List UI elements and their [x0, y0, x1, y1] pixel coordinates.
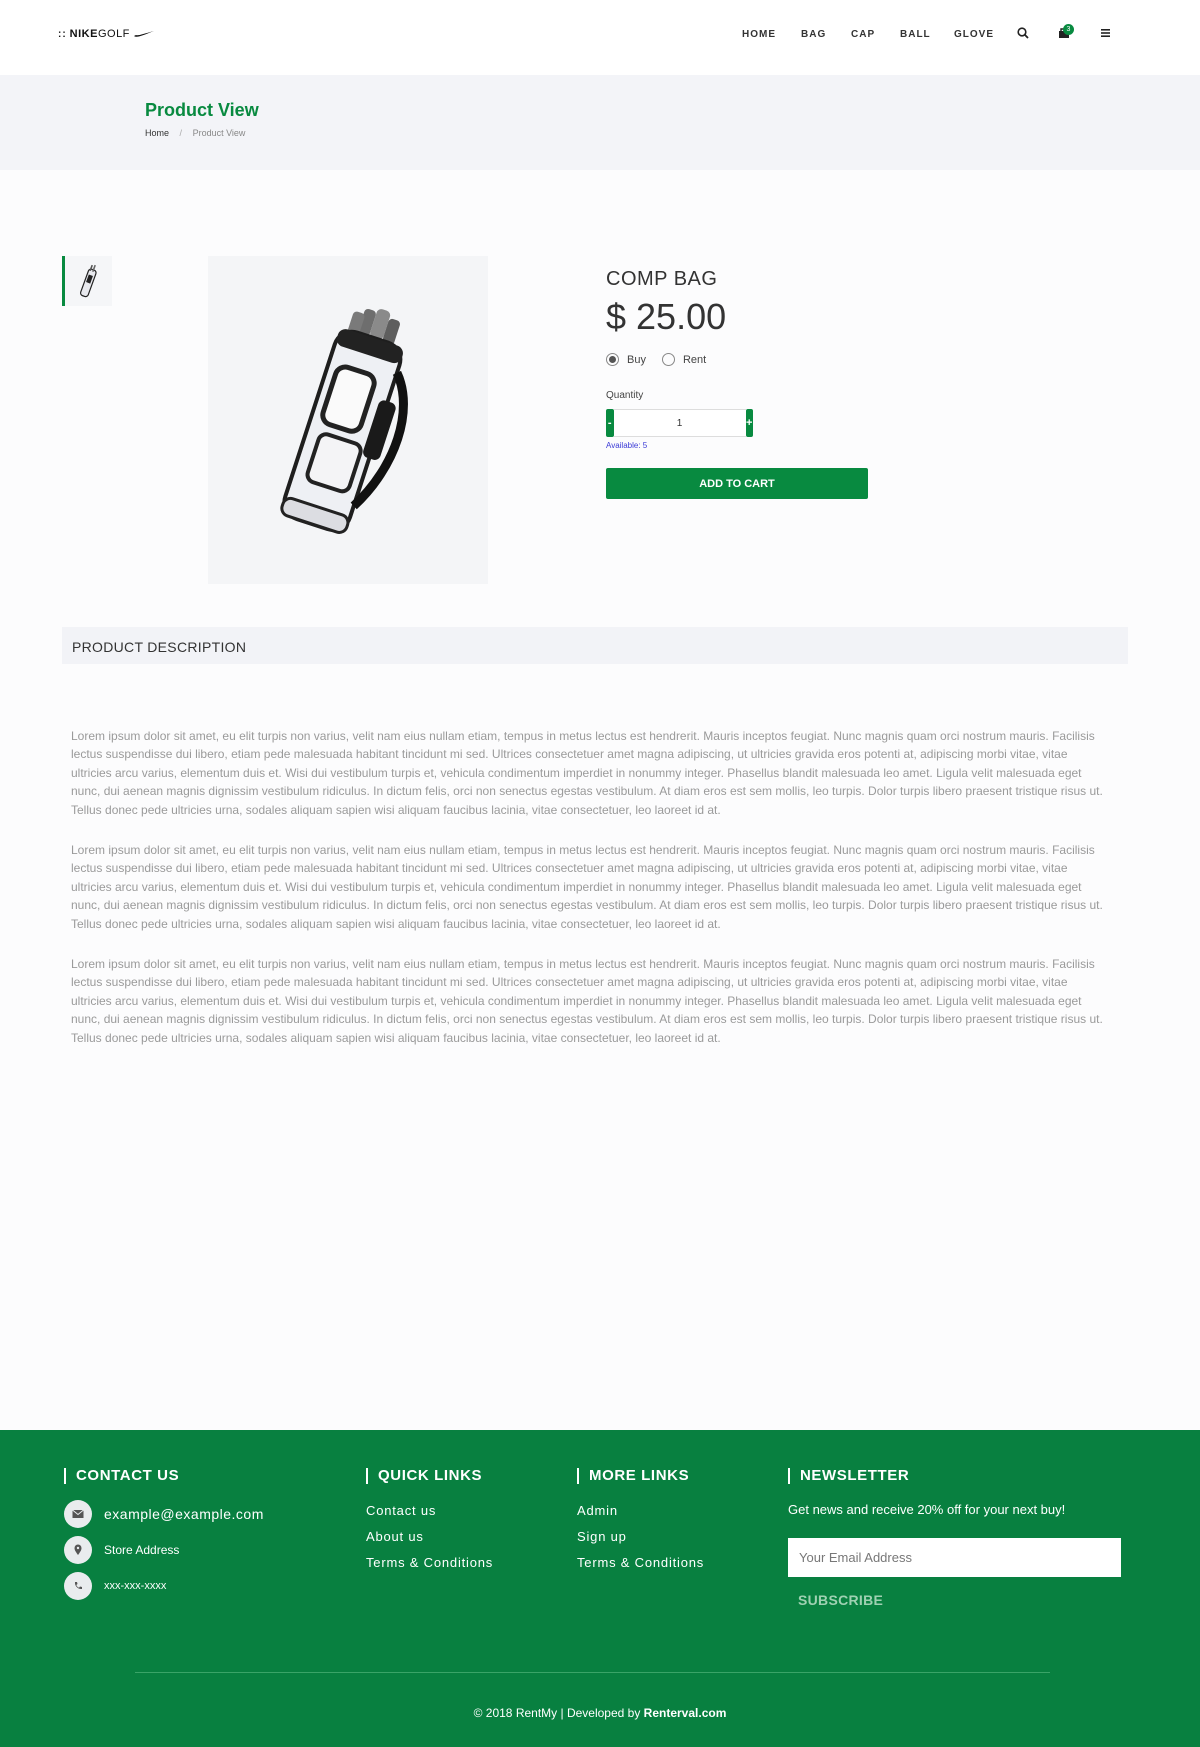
contact-email-row: example@example.com [64, 1500, 264, 1528]
nav-bag[interactable]: BAG [801, 29, 826, 40]
phone-icon [64, 1572, 92, 1600]
rent-radio[interactable] [661, 353, 675, 366]
breadcrumb: Home / Product View [145, 128, 245, 138]
nav-ball[interactable]: BALL [900, 29, 931, 40]
description-paragraph: Lorem ipsum dolor sit amet, eu elit turp… [71, 729, 1103, 817]
menu-icon[interactable] [1099, 26, 1117, 44]
contact-phone: xxx-xxx-xxxx [104, 1580, 167, 1592]
footer-newsletter-heading: NEWSLETTER [788, 1468, 909, 1484]
brand-logo[interactable]: :: NIKE GOLF [58, 28, 155, 40]
footer-link-terms-more[interactable]: Terms & Conditions [577, 1555, 704, 1570]
logo-bold: NIKE [69, 28, 98, 40]
footer-link-admin[interactable]: Admin [577, 1503, 618, 1518]
description-header: PRODUCT DESCRIPTION [62, 627, 1128, 664]
page-title-band [0, 75, 1200, 170]
contact-address: Store Address [104, 1543, 180, 1557]
product-thumbnail[interactable] [62, 256, 112, 306]
footer-link-sign-up[interactable]: Sign up [577, 1529, 627, 1544]
availability-text: Available: 5 [606, 441, 648, 450]
site-header: :: NIKE GOLF HOME BAG CAP BALL GLOVE 3 [0, 0, 1200, 75]
golf-bag-image [280, 308, 408, 534]
quantity-decrement-button[interactable]: - [606, 409, 614, 437]
breadcrumb-home[interactable]: Home [145, 128, 169, 138]
copyright-text: © 2018 RentMy | Developed by [473, 1706, 644, 1720]
contact-address-row: Store Address [64, 1536, 179, 1564]
quantity-increment-button[interactable]: + [745, 409, 753, 437]
logo-prefix: :: [58, 28, 67, 40]
quantity-stepper: - + [606, 409, 753, 437]
nav-home[interactable]: HOME [742, 29, 776, 40]
footer-more-links-heading: MORE LINKS [577, 1468, 689, 1484]
logo-light: GOLF [97, 28, 130, 40]
description-body: Lorem ipsum dolor sit amet, eu elit turp… [71, 727, 1111, 1069]
site-footer: CONTACT US example@example.com Store Add… [0, 1430, 1200, 1747]
footer-link-contact-us[interactable]: Contact us [366, 1503, 436, 1518]
contact-phone-row: xxx-xxx-xxxx [64, 1572, 166, 1600]
buy-label[interactable]: Buy [627, 354, 646, 366]
footer-link-terms[interactable]: Terms & Conditions [366, 1555, 493, 1570]
description-paragraph: Lorem ipsum dolor sit amet, eu elit turp… [71, 843, 1103, 931]
product-main-image [208, 256, 488, 584]
product-name: COMP BAG [606, 268, 718, 290]
golf-bag-thumbnail-image [79, 264, 97, 298]
footer-contact-heading: CONTACT US [64, 1468, 179, 1484]
quantity-label: Quantity [606, 390, 644, 401]
copyright: © 2018 RentMy | Developed by Renterval.c… [0, 1706, 1200, 1720]
breadcrumb-current: Product View [192, 128, 246, 138]
subscribe-button[interactable]: SUBSCRIBE [798, 1592, 883, 1608]
purchase-option-group: Buy Rent [606, 353, 722, 366]
page-title: Product View [145, 100, 259, 120]
nav-glove[interactable]: GLOVE [954, 29, 994, 40]
map-pin-icon [64, 1536, 92, 1564]
nav-cap[interactable]: CAP [851, 29, 875, 40]
contact-email[interactable]: example@example.com [104, 1506, 264, 1522]
footer-quick-links-heading: QUICK LINKS [366, 1468, 482, 1484]
newsletter-description: Get news and receive 20% off for your ne… [788, 1502, 1066, 1517]
breadcrumb-separator: / [179, 128, 183, 138]
rent-label[interactable]: Rent [683, 354, 706, 366]
search-icon[interactable] [1016, 26, 1034, 44]
footer-divider [135, 1672, 1050, 1673]
developer-link[interactable]: Renterval.com [644, 1706, 727, 1720]
swoosh-icon [133, 31, 154, 37]
description-title: PRODUCT DESCRIPTION [72, 639, 247, 655]
newsletter-email-input[interactable] [788, 1538, 1121, 1577]
product-price: $ 25.00 [606, 296, 727, 337]
cart-count-badge: 3 [1063, 24, 1074, 35]
quantity-input[interactable] [613, 409, 746, 437]
buy-radio[interactable] [606, 353, 619, 366]
footer-link-about-us[interactable]: About us [366, 1529, 424, 1544]
add-to-cart-button[interactable]: ADD TO CART [606, 468, 868, 499]
description-paragraph: Lorem ipsum dolor sit amet, eu elit turp… [71, 957, 1103, 1045]
envelope-icon [64, 1500, 92, 1528]
